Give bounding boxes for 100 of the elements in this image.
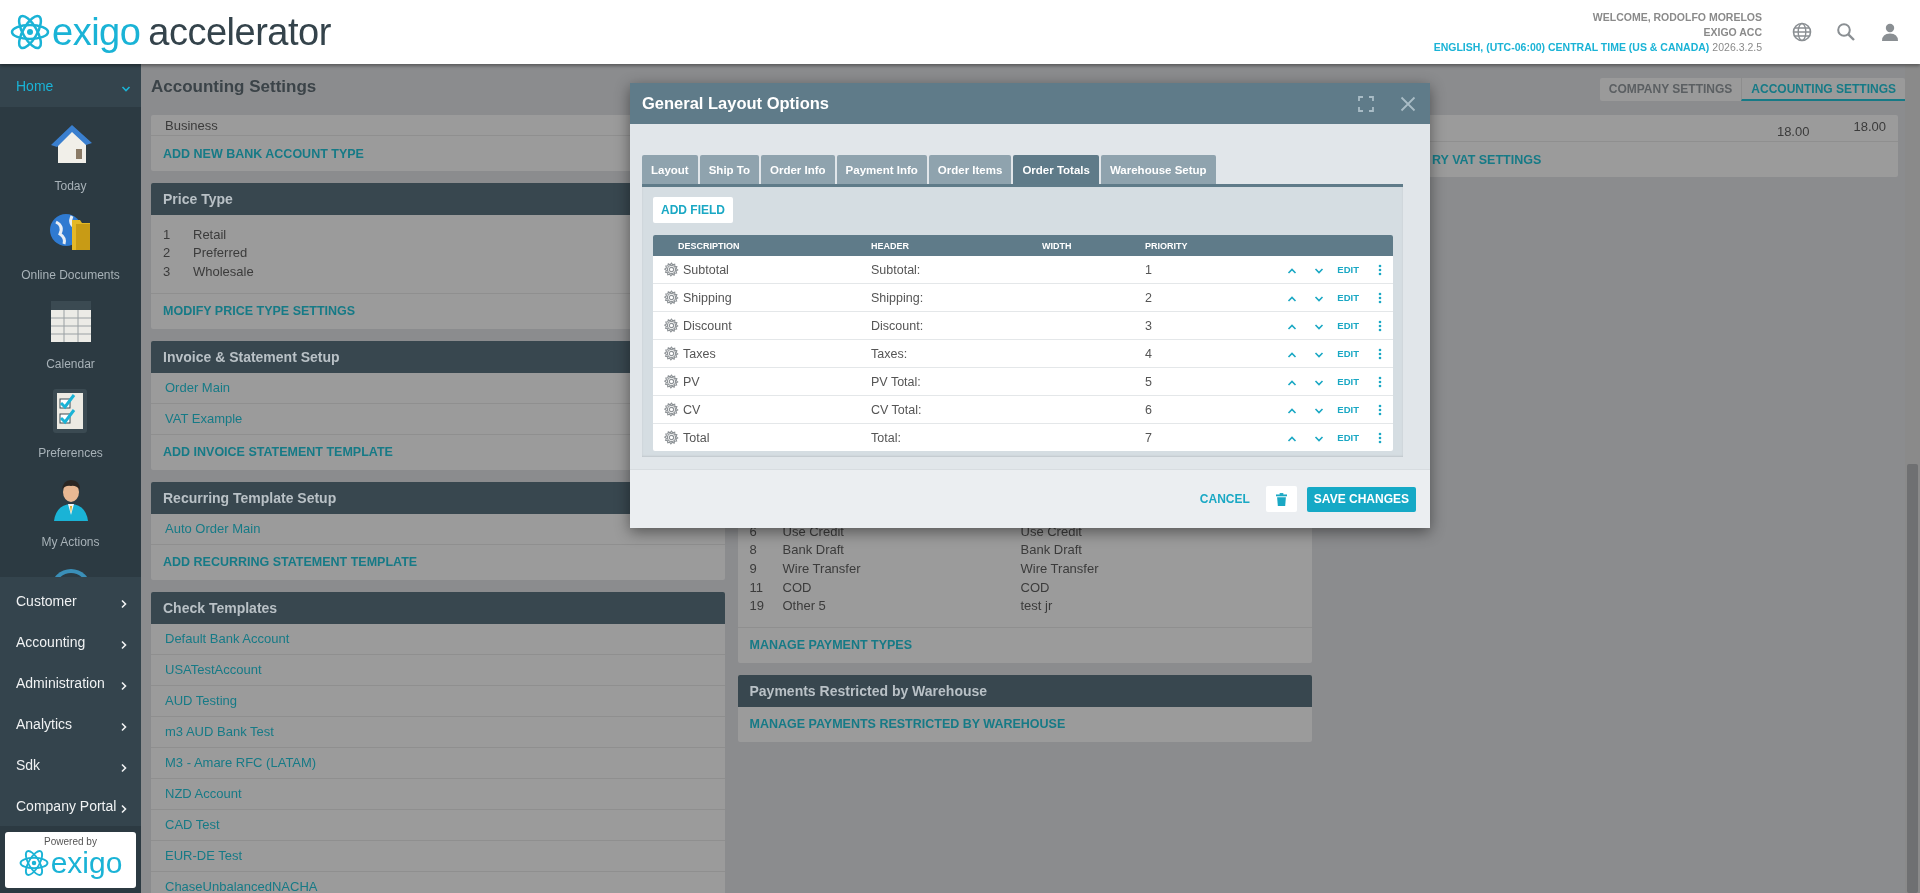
template-link[interactable]: VAT Example bbox=[165, 411, 243, 427]
sidebar-menu-item[interactable]: Administration bbox=[0, 662, 141, 703]
column-header: DESCRIPTION bbox=[677, 240, 741, 251]
tab[interactable]: Warehouse Setup bbox=[1100, 155, 1216, 184]
add-field-button[interactable]: ADD FIELD bbox=[653, 197, 733, 223]
template-link[interactable]: NZD Account bbox=[165, 786, 242, 802]
more-options-icon[interactable] bbox=[1378, 375, 1382, 388]
table-cell-text: 4 bbox=[1145, 346, 1153, 361]
row-display-name: COD bbox=[1020, 579, 1050, 595]
edit-link[interactable]: EDIT bbox=[1337, 376, 1359, 387]
version-text: 2026.3.2.5 bbox=[1712, 40, 1762, 53]
delete-button[interactable] bbox=[1265, 486, 1297, 512]
table-cell: Total bbox=[683, 430, 710, 445]
more-options-icon[interactable] bbox=[1378, 319, 1382, 332]
company-name: EXIGO ACC bbox=[1702, 24, 1762, 40]
action-link[interactable]: MANAGE PAYMENT TYPES bbox=[749, 638, 913, 653]
action-link[interactable]: ADD RECURRING STATEMENT TEMPLATE bbox=[163, 555, 418, 570]
action-link[interactable]: RY VAT SETTINGS bbox=[1432, 152, 1542, 167]
table-cell-text: Taxes: bbox=[871, 346, 909, 361]
edit-link[interactable]: EDIT bbox=[1337, 432, 1359, 443]
row-number: 3 bbox=[163, 264, 172, 279]
tab[interactable]: Ship To bbox=[699, 155, 759, 184]
template-link[interactable]: AUD Testing bbox=[165, 693, 237, 709]
row-display-name: test jr bbox=[1020, 598, 1053, 614]
globe-icon[interactable] bbox=[1792, 22, 1812, 42]
vat-value: 18.00 bbox=[1776, 124, 1810, 141]
scrollbar[interactable] bbox=[1905, 64, 1920, 893]
more-options-icon[interactable] bbox=[1378, 291, 1382, 304]
template-link[interactable]: m3 AUD Bank Test bbox=[165, 724, 274, 740]
sidebar-menu-item[interactable]: Customer bbox=[0, 580, 141, 621]
template-link[interactable]: Order Main bbox=[165, 380, 231, 396]
app-label[interactable]: Preferences bbox=[38, 446, 103, 460]
dialog-title: General Layout Options bbox=[642, 94, 830, 113]
vat-value: 18.00 bbox=[1853, 119, 1886, 136]
tab[interactable]: Order Totals bbox=[1013, 155, 1099, 184]
brand-name: exigo bbox=[50, 847, 123, 879]
tab[interactable]: Order Info bbox=[761, 155, 835, 184]
table-cell: Shipping bbox=[683, 290, 732, 305]
action-link[interactable]: ADD NEW BANK ACCOUNT TYPE bbox=[163, 146, 364, 161]
app-label[interactable]: Today bbox=[54, 179, 87, 193]
row-number: 11 bbox=[749, 579, 764, 595]
template-link[interactable]: M3 - Amare RFC (LATAM) bbox=[165, 755, 317, 771]
template-link[interactable]: Auto Order Main bbox=[165, 521, 261, 537]
more-options-icon[interactable] bbox=[1378, 263, 1382, 276]
template-link[interactable]: EUR-DE Test bbox=[165, 848, 243, 864]
table-cell: Discount bbox=[683, 318, 732, 333]
save-changes-button[interactable]: SAVE CHANGES bbox=[1306, 486, 1416, 512]
row-display-name: Wire Transfer bbox=[1020, 561, 1099, 576]
template-link[interactable]: ChaseUnbalancedNACHA bbox=[165, 879, 318, 893]
action-link[interactable]: ADD INVOICE STATEMENT TEMPLATE bbox=[163, 445, 393, 460]
trash-icon[interactable] bbox=[1275, 492, 1287, 506]
scrollbar-thumb[interactable] bbox=[1907, 464, 1918, 893]
row-display-name: Bank Draft bbox=[1020, 542, 1082, 558]
tab[interactable]: Order Items bbox=[928, 155, 1012, 184]
settings-icon bbox=[664, 402, 679, 417]
row-name: Wire Transfer bbox=[782, 561, 862, 576]
sidebar-menu-item[interactable]: Company Portal bbox=[0, 785, 141, 826]
sidebar-menu-item[interactable]: Accounting bbox=[0, 621, 141, 662]
app-label[interactable]: My Actions bbox=[41, 535, 100, 549]
settings-icon bbox=[664, 290, 679, 305]
edit-link[interactable]: EDIT bbox=[1337, 292, 1359, 303]
edit-link[interactable]: EDIT bbox=[1337, 320, 1359, 331]
table-cell-text: Subtotal: bbox=[871, 262, 922, 277]
template-link[interactable]: Default Bank Account bbox=[165, 631, 290, 647]
edit-link[interactable]: EDIT bbox=[1337, 348, 1359, 359]
template-link[interactable]: USATestAccount bbox=[165, 662, 262, 678]
more-options-icon[interactable] bbox=[1378, 347, 1382, 360]
action-link[interactable]: MANAGE PAYMENTS RESTRICTED BY WAREHOUSE bbox=[749, 717, 1066, 732]
sidebar-menu-item[interactable]: Sdk bbox=[0, 744, 141, 785]
settings-icon bbox=[664, 430, 679, 445]
search-icon[interactable] bbox=[1836, 22, 1856, 42]
action-link[interactable]: MODIFY PRICE TYPE SETTINGS bbox=[163, 304, 356, 319]
app-label[interactable]: Online Documents bbox=[21, 268, 120, 282]
welcome-text: WELCOME, RODOLFO MORELOS bbox=[1591, 9, 1762, 25]
table-cell-text: PV Total: bbox=[871, 374, 922, 389]
powered-caption: Powered by bbox=[44, 836, 97, 847]
home-menu-item[interactable]: Home bbox=[0, 64, 141, 107]
more-options-icon[interactable] bbox=[1378, 403, 1382, 416]
tab[interactable]: Payment Info bbox=[836, 155, 927, 184]
close-icon[interactable] bbox=[1400, 95, 1416, 112]
table-cell: Taxes bbox=[683, 346, 716, 361]
row-number: 2 bbox=[163, 245, 172, 261]
table-cell-text: Total: bbox=[871, 430, 902, 445]
user-icon[interactable] bbox=[1880, 22, 1900, 42]
app-logo[interactable]: exigo accelerator bbox=[10, 9, 331, 55]
table-cell-text: 6 bbox=[1145, 402, 1153, 417]
edit-link[interactable]: EDIT bbox=[1337, 264, 1359, 275]
row-name: Wholesale bbox=[193, 264, 254, 279]
edit-link[interactable]: EDIT bbox=[1337, 404, 1359, 415]
template-link[interactable]: CAD Test bbox=[165, 817, 220, 833]
sidebar-menu-item[interactable]: Analytics bbox=[0, 703, 141, 744]
app-label[interactable]: Calendar bbox=[46, 357, 95, 371]
table-cell-text: 7 bbox=[1145, 430, 1153, 445]
locale-link[interactable]: ENGLISH, (UTC-06:00) CENTRAL TIME (US & CANADA) bbox=[1433, 40, 1710, 53]
fullscreen-icon[interactable] bbox=[1358, 95, 1374, 112]
column-header: WIDTH bbox=[1042, 240, 1073, 251]
tab[interactable]: Layout bbox=[642, 155, 698, 184]
cancel-button[interactable]: CANCEL bbox=[1193, 486, 1256, 512]
settings-tab[interactable]: COMPANY SETTINGS bbox=[1599, 78, 1742, 101]
more-options-icon[interactable] bbox=[1378, 431, 1382, 444]
